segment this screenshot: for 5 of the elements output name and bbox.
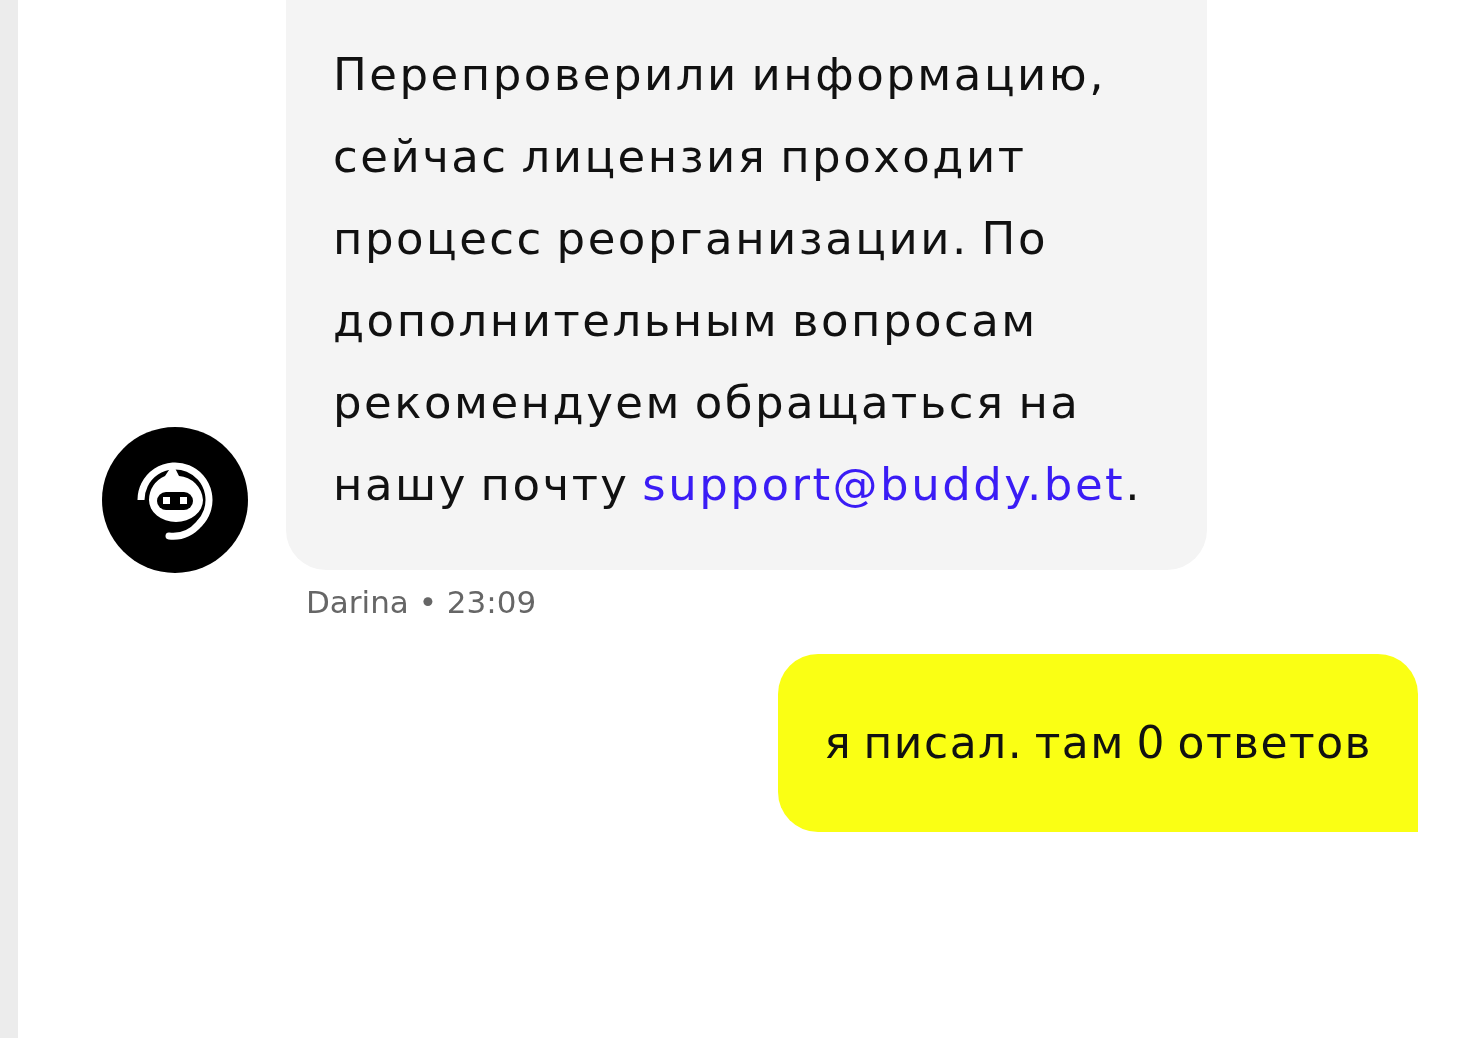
message-text: Перепроверили информацию, сейчас лицензия проходит процесс реорганизации. По дополнительным вопросам рекомендуем обращаться на нашу почту support@buddy.bet. [333, 47, 1144, 513]
email-link[interactable]: support@buddy.bet [642, 458, 1126, 511]
message-meta: Darina • 23:09 [306, 584, 538, 620]
support-agent-avatar-icon [101, 426, 249, 574]
message-text: я писал. там 0 ответов [824, 717, 1372, 768]
